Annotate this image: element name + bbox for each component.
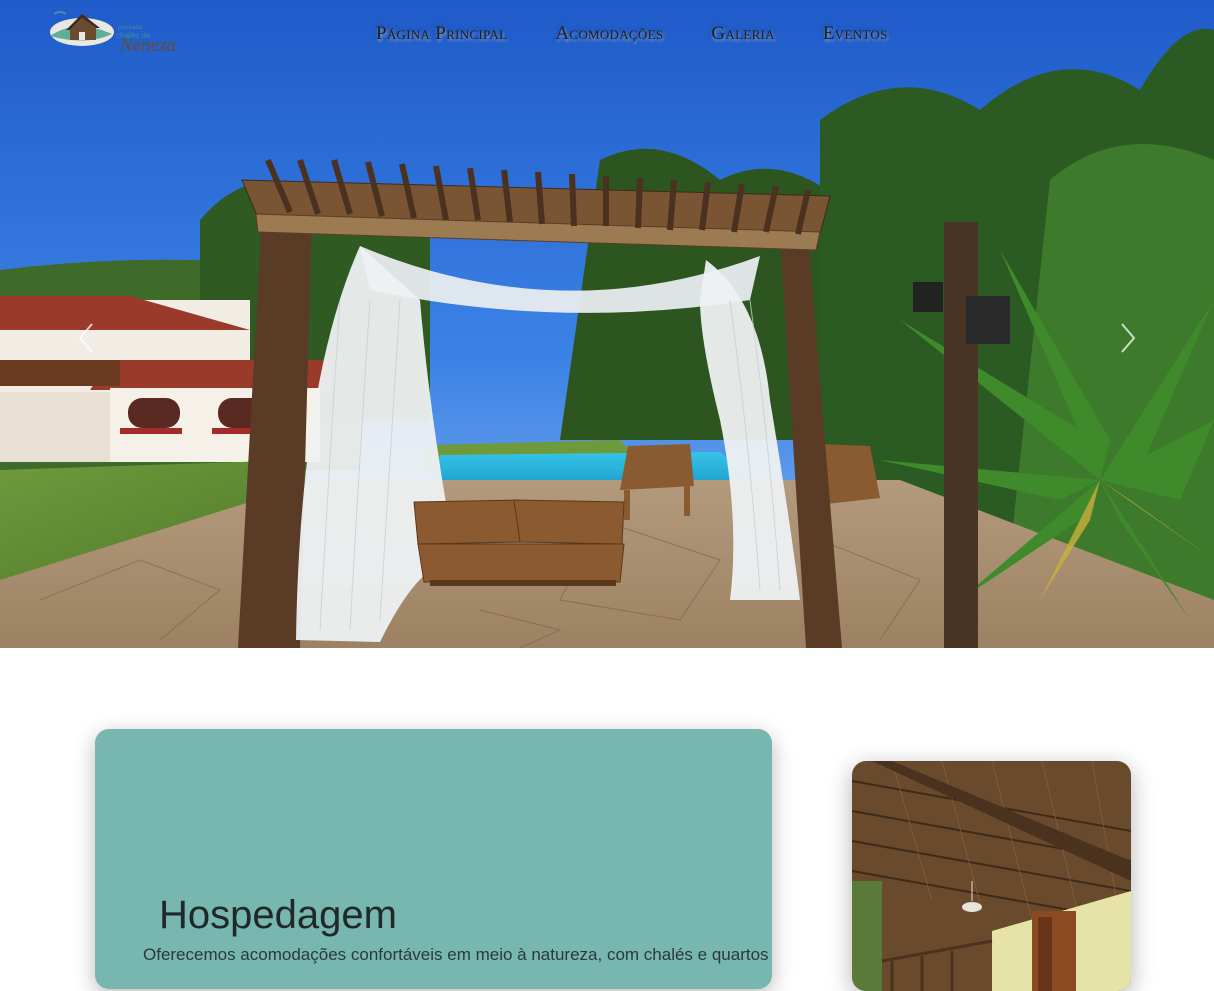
nav-accommodations[interactable]: Acomodações [555, 20, 663, 50]
site-logo[interactable]: pousada chalés da Neneza [46, 6, 176, 58]
main-nav: Página Principal Acomodações Galeria Eve… [376, 20, 888, 50]
carousel-next-button[interactable] [1112, 318, 1142, 358]
section-title: Hospedagem [159, 893, 397, 937]
nav-gallery[interactable]: Galeria [711, 20, 774, 50]
wooden-chalet-veranda-photo [852, 761, 1131, 991]
hero-carousel: pousada chalés da Neneza Página Principa… [0, 0, 1214, 648]
hero-image [0, 0, 1214, 648]
chevron-right-icon [1121, 323, 1136, 353]
section-description: Oferecemos acomodações confortáveis em m… [143, 945, 769, 964]
nav-home[interactable]: Página Principal [376, 20, 507, 50]
accommodation-card: Hospedagem Oferecemos acomodações confor… [95, 729, 772, 989]
chalet-photo [852, 761, 1131, 991]
chevron-left-icon [78, 323, 93, 353]
carousel-prev-button[interactable] [72, 318, 102, 358]
logo-big-text: Neneza [120, 35, 176, 56]
nav-events[interactable]: Eventos [823, 20, 888, 50]
